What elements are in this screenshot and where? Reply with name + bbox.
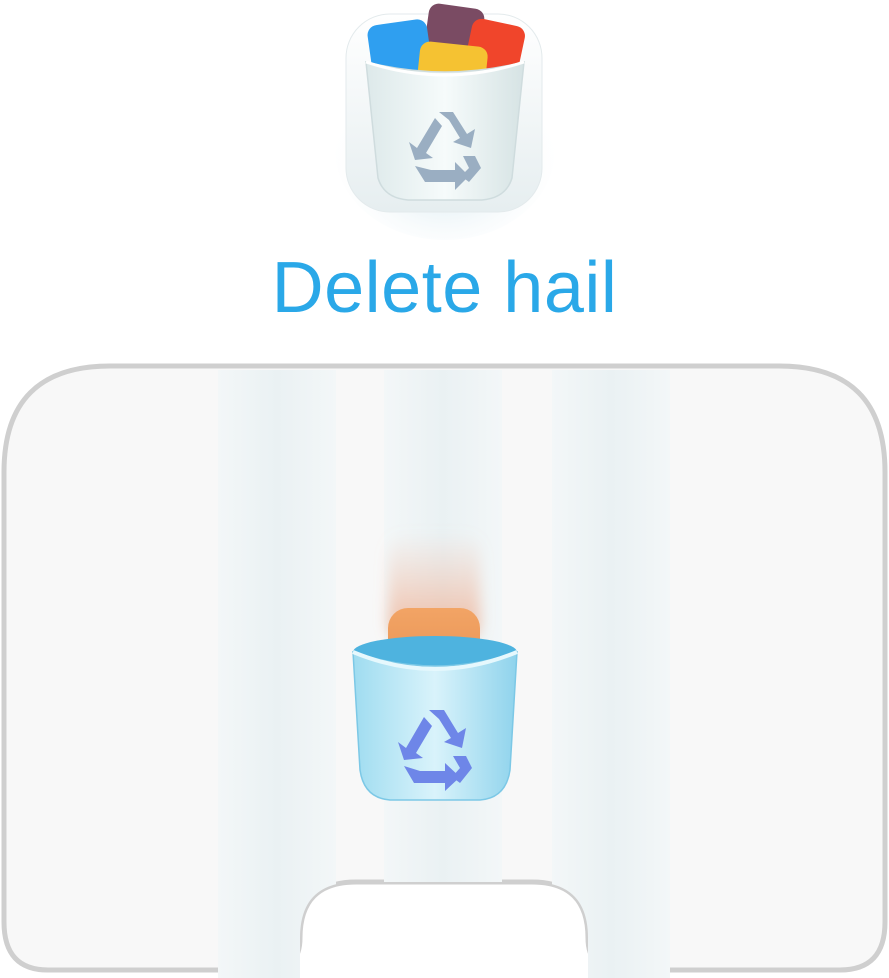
lane-1[interactable] (218, 370, 336, 978)
player-bin[interactable] (340, 520, 530, 820)
lane-3[interactable] (552, 370, 670, 978)
app-icon (330, 0, 560, 240)
game-title: Delete hail (271, 248, 618, 328)
